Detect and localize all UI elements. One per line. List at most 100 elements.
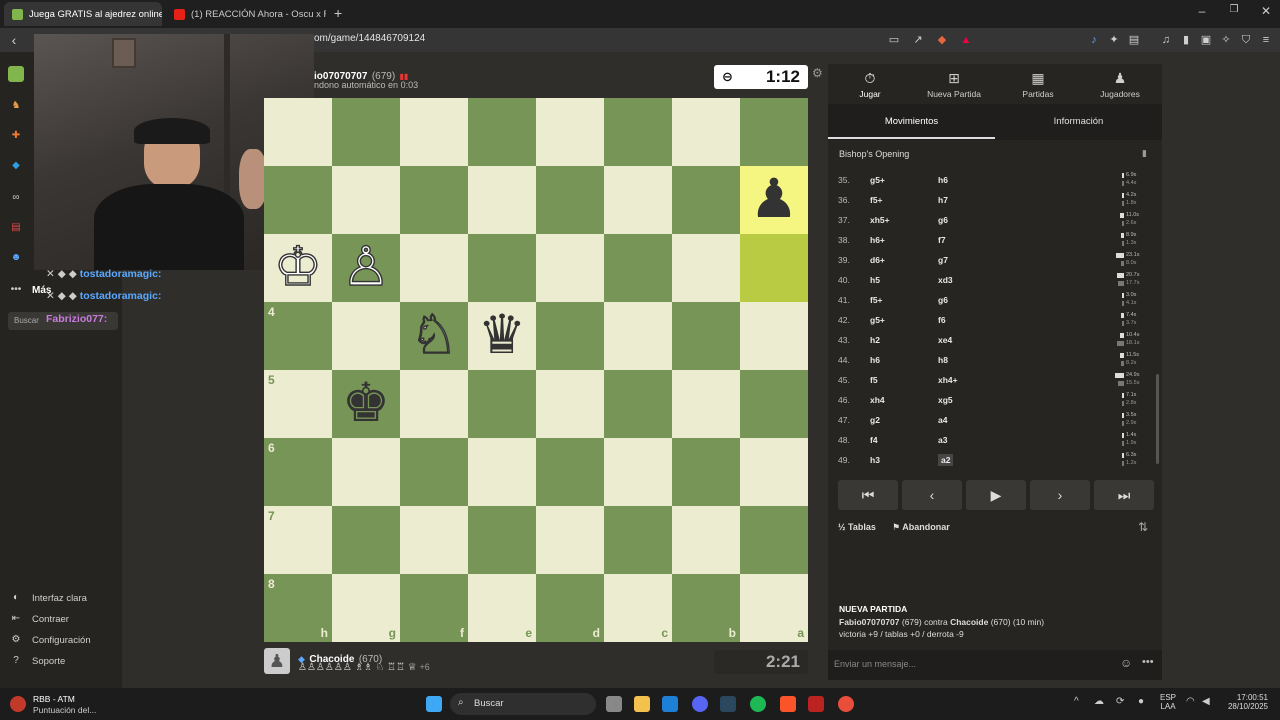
avatar[interactable]: ♟ — [264, 648, 290, 674]
discord-icon[interactable] — [692, 696, 708, 712]
white-move[interactable]: h6+ — [870, 235, 885, 245]
white-move[interactable]: d6+ — [870, 255, 885, 265]
board-square[interactable] — [740, 506, 808, 574]
board-square[interactable] — [536, 506, 604, 574]
audio-icon[interactable]: ♪ — [1086, 32, 1102, 48]
clock[interactable]: 17:00:51 28/10/2025 — [1222, 693, 1268, 711]
play-button[interactable]: ▶ — [966, 480, 1026, 510]
board-square[interactable] — [332, 98, 400, 166]
board-square[interactable] — [672, 302, 740, 370]
white-piece[interactable]: ♔ — [264, 234, 332, 302]
window-close-icon[interactable]: ✕ — [1256, 4, 1276, 18]
board-square[interactable]: ♚ — [332, 370, 400, 438]
board-square[interactable] — [604, 302, 672, 370]
board-square[interactable] — [604, 370, 672, 438]
chat-input[interactable]: Enviar un mensaje... — [834, 659, 916, 669]
nav-puzzles[interactable]: ✚ — [8, 128, 24, 144]
tab-chess[interactable]: Juega GRATIS al ajedrez online - ✕ — [4, 2, 162, 26]
video-editor-icon[interactable] — [808, 696, 824, 712]
board-square[interactable] — [400, 506, 468, 574]
board-square[interactable] — [332, 302, 400, 370]
nav-learn[interactable]: ◆ — [8, 158, 24, 174]
board-square[interactable] — [672, 370, 740, 438]
board-square[interactable] — [468, 234, 536, 302]
brave-shield-icon[interactable]: ◆ — [934, 32, 950, 48]
board-square[interactable] — [264, 166, 332, 234]
spotify-icon[interactable] — [750, 696, 766, 712]
sidebar-icon[interactable]: ▮ — [1178, 32, 1194, 48]
resign-button[interactable]: ⚑ Abandonar — [892, 522, 950, 533]
mic-icon[interactable]: ● — [1138, 696, 1144, 707]
white-move[interactable]: xh4 — [870, 395, 885, 405]
next-move-button[interactable]: › — [1030, 480, 1090, 510]
weather-icon[interactable] — [10, 696, 26, 712]
board-square[interactable] — [400, 370, 468, 438]
board-square[interactable] — [604, 234, 672, 302]
extensions-icon[interactable]: ✦ — [1106, 32, 1122, 48]
board-square[interactable] — [536, 302, 604, 370]
board-square[interactable]: 6 — [264, 438, 332, 506]
nav-news[interactable]: ▤ — [8, 220, 24, 236]
steam-icon[interactable] — [720, 696, 736, 712]
board-square[interactable] — [400, 98, 468, 166]
player-two[interactable]: Chacoide — [950, 617, 988, 627]
board-square[interactable] — [536, 438, 604, 506]
leo-icon[interactable]: ✧ — [1218, 32, 1234, 48]
nav-collapse[interactable]: ⇤ Contraer — [8, 611, 69, 627]
restore-icon[interactable]: ❐ — [1224, 4, 1244, 15]
black-piece[interactable]: ♟ — [740, 166, 808, 234]
black-move[interactable]: xe4 — [938, 335, 952, 345]
board-square[interactable]: b — [672, 574, 740, 642]
nav-support[interactable]: ? Soporte — [8, 653, 65, 669]
new-tab-plus-icon[interactable]: + — [334, 5, 342, 21]
tab-info[interactable]: Información — [995, 116, 1162, 127]
chrome-icon[interactable] — [838, 696, 854, 712]
back-arrow-icon[interactable]: ‹ — [6, 32, 22, 48]
more-dots-icon[interactable]: ••• — [1142, 656, 1154, 668]
board-square[interactable] — [468, 370, 536, 438]
board-square[interactable]: a — [740, 574, 808, 642]
draw-button[interactable]: ½ Tablas — [838, 522, 876, 532]
white-piece[interactable]: ♙ — [332, 234, 400, 302]
board-square[interactable] — [604, 438, 672, 506]
last-move-button[interactable]: ⏭ — [1094, 480, 1154, 510]
board-square[interactable] — [400, 234, 468, 302]
cloud-icon[interactable]: ☁ — [1094, 696, 1104, 707]
black-move[interactable]: g6 — [938, 295, 948, 305]
board-square[interactable] — [604, 98, 672, 166]
board-square[interactable]: 7 — [264, 506, 332, 574]
black-move[interactable]: xh4+ — [938, 375, 958, 385]
bing-icon[interactable] — [662, 696, 678, 712]
board-square[interactable]: 5 — [264, 370, 332, 438]
vpn-icon[interactable]: ⛉ — [1238, 32, 1254, 48]
file-explorer-icon[interactable] — [634, 696, 650, 712]
sync-icon[interactable]: ⟳ — [1116, 696, 1124, 707]
taskbar-search[interactable]: ⌕ Buscar — [450, 693, 596, 715]
board-square[interactable] — [332, 506, 400, 574]
board-square[interactable]: 4 — [264, 302, 332, 370]
board-square[interactable] — [672, 234, 740, 302]
board-square[interactable] — [264, 98, 332, 166]
board-square[interactable]: ♟ — [740, 166, 808, 234]
menu-icon[interactable]: ≡ — [1258, 32, 1274, 48]
task-view-icon[interactable] — [606, 696, 622, 712]
white-piece[interactable]: ♘ — [400, 302, 468, 370]
board-square[interactable]: ♘ — [400, 302, 468, 370]
board-square[interactable] — [468, 98, 536, 166]
chess-logo[interactable] — [8, 66, 24, 82]
black-move[interactable]: g7 — [938, 255, 948, 265]
board-square[interactable] — [604, 506, 672, 574]
black-move[interactable]: a4 — [938, 415, 947, 425]
book-icon[interactable]: ▮ — [1142, 148, 1147, 159]
black-piece[interactable]: ♛ — [468, 302, 536, 370]
board-square[interactable]: f — [400, 574, 468, 642]
flip-board-icon[interactable]: ⇅ — [1138, 520, 1148, 534]
board-square[interactable] — [604, 166, 672, 234]
nav-watch[interactable]: ∞ — [8, 190, 24, 206]
emoji-icon[interactable]: ☺ — [1120, 656, 1132, 670]
board-square[interactable] — [740, 98, 808, 166]
board-square[interactable]: g — [332, 574, 400, 642]
board-square[interactable] — [740, 302, 808, 370]
tab-moves[interactable]: Movimientos — [828, 116, 995, 127]
music-icon[interactable]: ♫ — [1158, 32, 1174, 48]
